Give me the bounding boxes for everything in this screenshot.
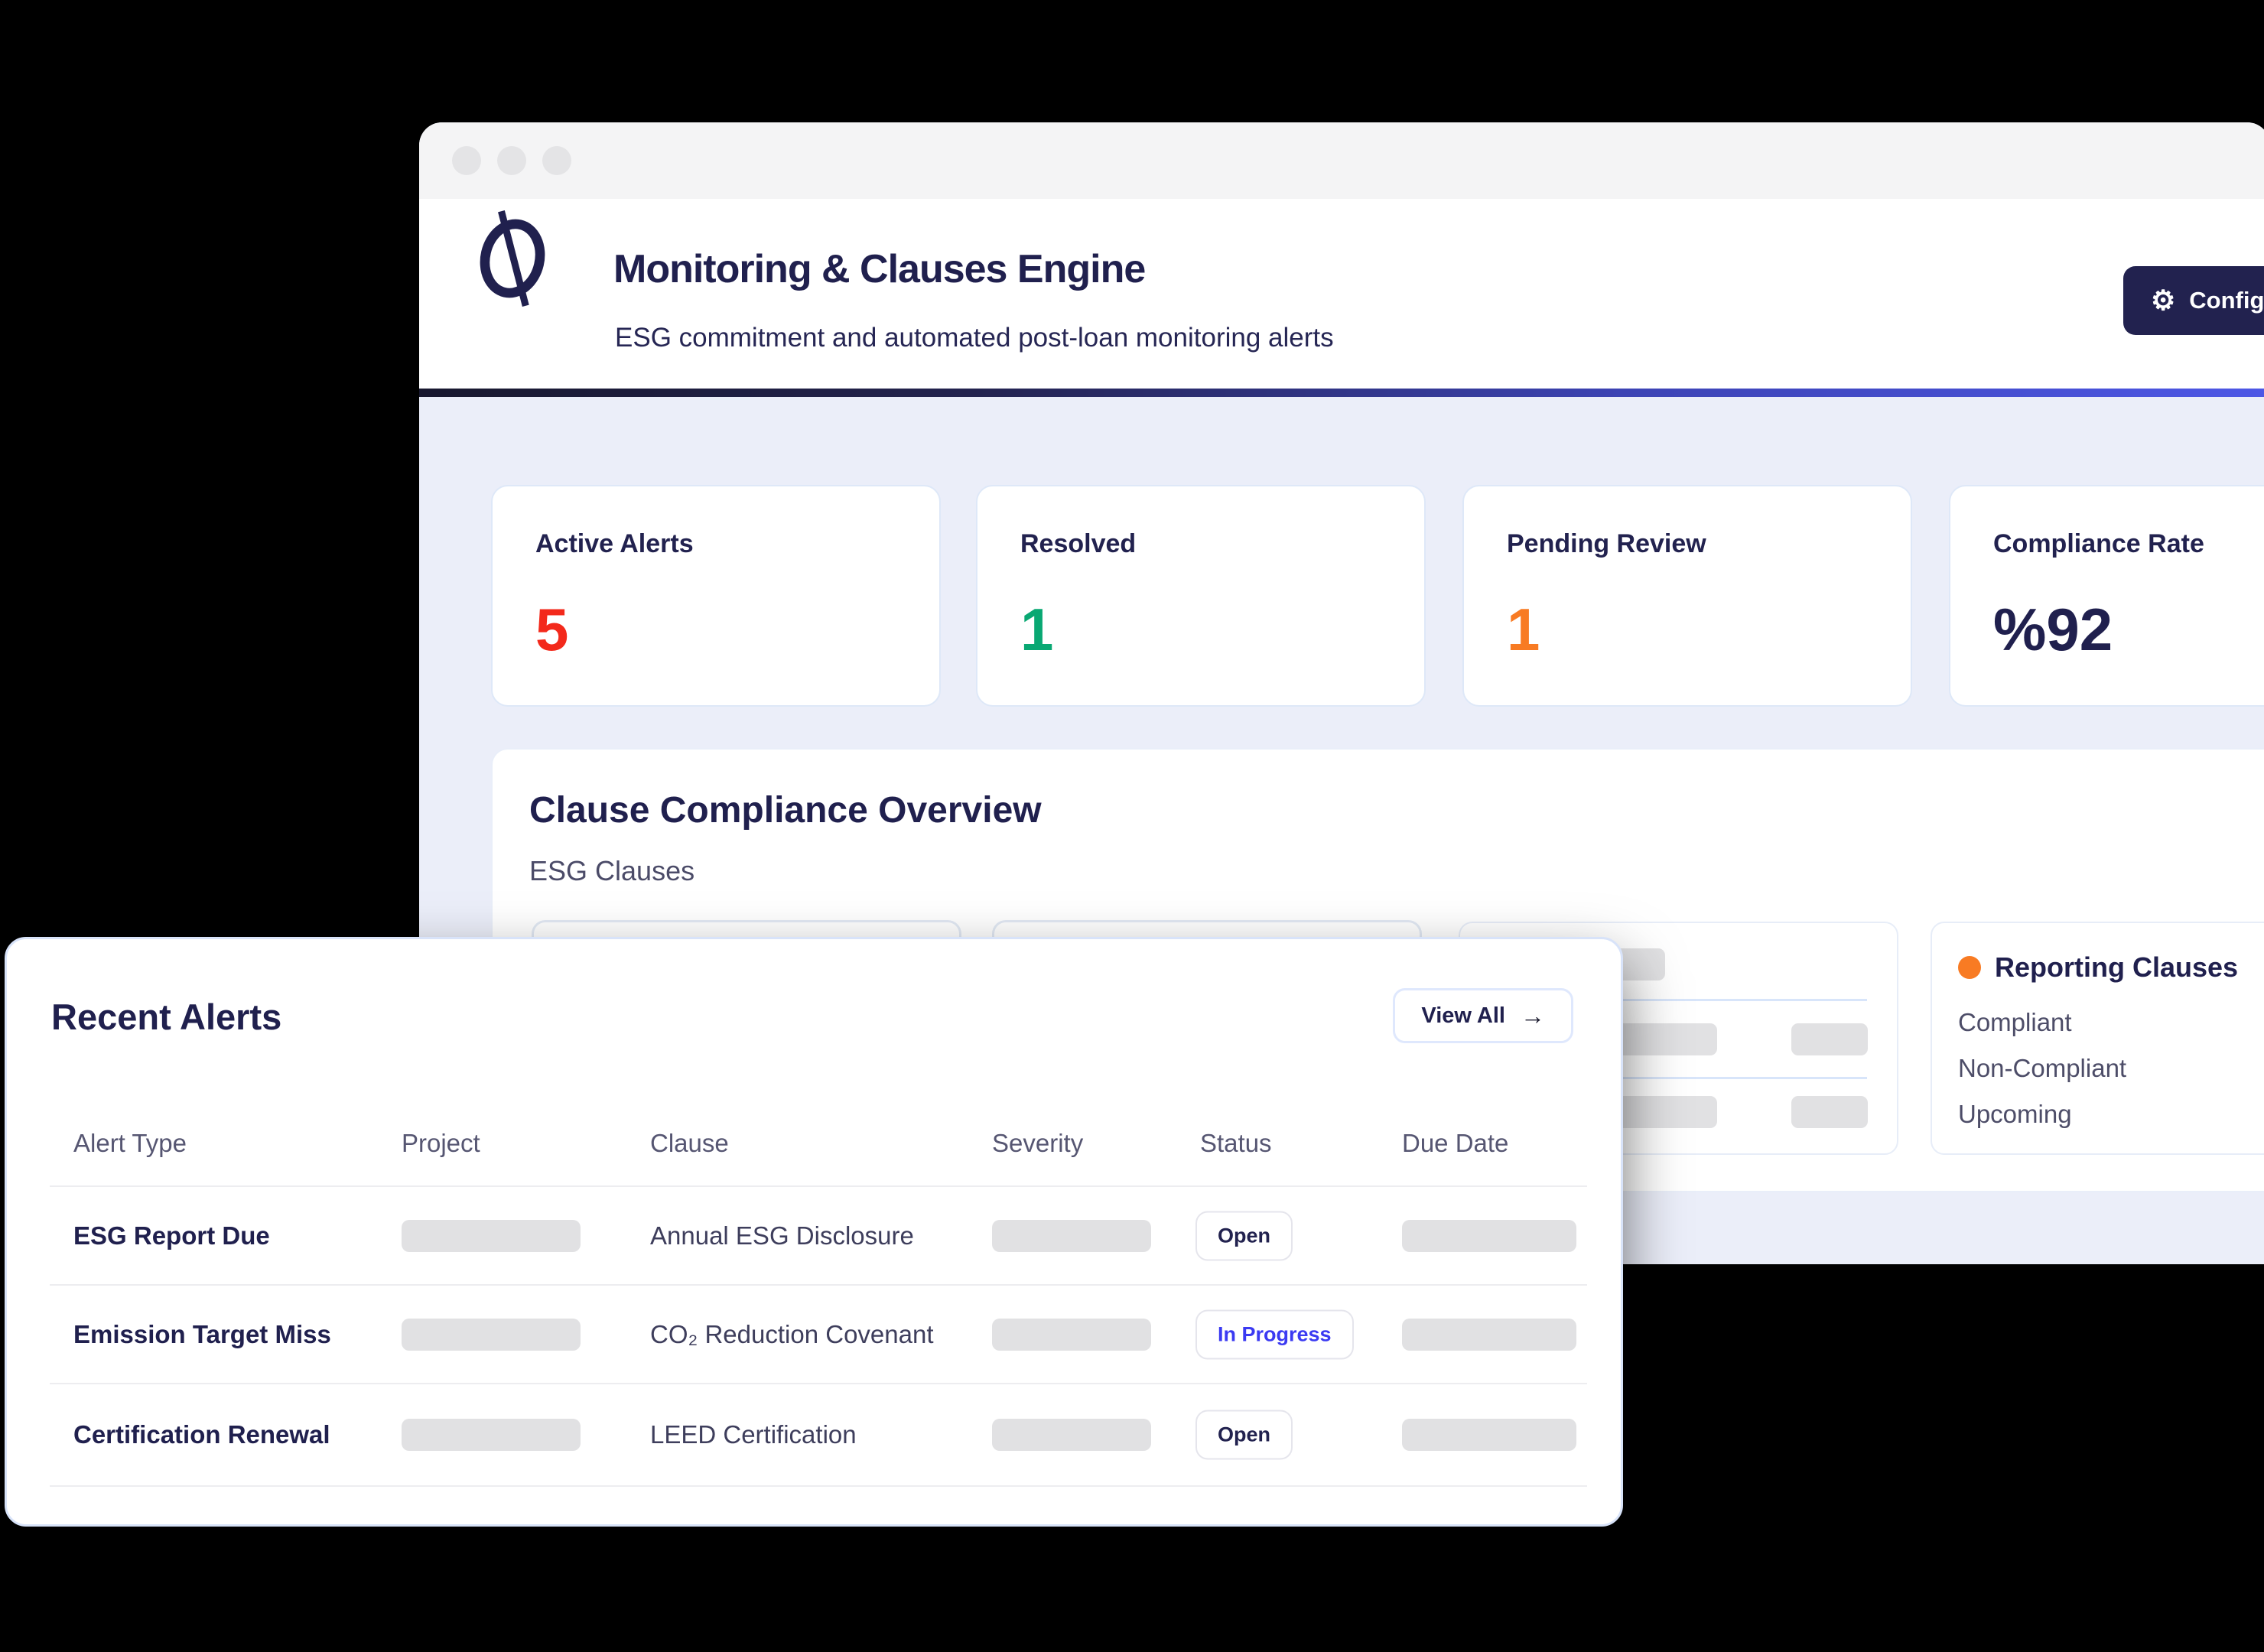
stat-card-pending-review: Pending Review 1 (1462, 485, 1912, 707)
stat-value: 1 (1020, 595, 1053, 665)
column-header-due-date: Due Date (1402, 1129, 1508, 1158)
due-date-skeleton (1402, 1319, 1576, 1351)
legend-item-non-compliant: Non-Compliant (1958, 1054, 2126, 1083)
column-header-alert-type: Alert Type (73, 1129, 187, 1158)
stat-label: Compliance Rate (1993, 529, 2204, 559)
stat-value: 5 (535, 595, 568, 665)
due-date-skeleton (1402, 1220, 1576, 1252)
stat-label: Active Alerts (535, 529, 694, 559)
section-title: Clause Compliance Overview (529, 789, 1042, 831)
alert-type-cell: Certification Renewal (73, 1420, 330, 1449)
app-header: Monitoring & Clauses Engine ESG commitme… (419, 199, 2264, 389)
stat-card-resolved: Resolved 1 (976, 485, 1426, 707)
column-header-status: Status (1200, 1129, 1272, 1158)
stat-card-compliance-rate: Compliance Rate %92 (1949, 485, 2264, 707)
legend-item-compliant: Compliant (1958, 1008, 2072, 1037)
severity-skeleton (992, 1419, 1151, 1451)
stat-value: 1 (1507, 595, 1540, 665)
orange-dot-icon (1958, 956, 1981, 979)
stat-card-active-alerts: Active Alerts 5 (491, 485, 941, 707)
status-badge[interactable]: Open (1195, 1211, 1293, 1260)
view-all-button[interactable]: View All → (1393, 988, 1573, 1043)
column-header-severity: Severity (992, 1129, 1083, 1158)
project-skeleton (402, 1419, 581, 1451)
due-date-skeleton (1402, 1419, 1576, 1451)
clause-cell: Annual ESG Disclosure (650, 1221, 914, 1250)
traffic-light-icon[interactable] (497, 146, 526, 175)
skeleton-pill (1791, 1096, 1868, 1128)
page-title: Monitoring & Clauses Engine (613, 246, 1145, 292)
status-badge[interactable]: In Progress (1195, 1309, 1354, 1359)
recent-alerts-panel: Recent Alerts View All → Alert Type Proj… (5, 937, 1623, 1527)
legend-title: Reporting Clauses (1995, 951, 2238, 984)
gear-icon: ⚙ (2151, 287, 2175, 314)
recent-alerts-title: Recent Alerts (51, 996, 281, 1038)
skeleton-pill (1791, 1023, 1868, 1055)
app-logo-icon (474, 210, 551, 307)
project-skeleton (402, 1220, 581, 1252)
table-row[interactable]: Emission Target Miss CO₂ Reduction Coven… (50, 1286, 1587, 1384)
view-all-label: View All (1421, 1003, 1505, 1029)
table-row[interactable]: ESG Report Due Annual ESG Disclosure Ope… (50, 1187, 1587, 1286)
page-subtitle: ESG commitment and automated post-loan m… (615, 323, 1334, 353)
status-badge[interactable]: Open (1195, 1410, 1293, 1460)
window-titlebar (419, 122, 2264, 199)
section-subtitle: ESG Clauses (529, 855, 694, 887)
column-header-project: Project (402, 1129, 480, 1158)
alert-type-cell: Emission Target Miss (73, 1320, 331, 1349)
header-accent-divider (419, 389, 2264, 397)
configure-button[interactable]: ⚙ Configure (2123, 266, 2264, 335)
arrow-right-icon: → (1521, 1002, 1545, 1030)
configure-button-label: Configure (2189, 287, 2264, 314)
alert-type-cell: ESG Report Due (73, 1221, 270, 1250)
severity-skeleton (992, 1220, 1151, 1252)
traffic-light-icon[interactable] (452, 146, 481, 175)
column-header-clause: Clause (650, 1129, 729, 1158)
table-row[interactable]: Certification Renewal LEED Certification… (50, 1384, 1587, 1487)
stat-label: Pending Review (1507, 529, 1706, 559)
severity-skeleton (992, 1319, 1151, 1351)
screen: Monitoring & Clauses Engine ESG commitme… (0, 0, 2264, 1652)
clause-cell: LEED Certification (650, 1420, 857, 1449)
stat-value: %92 (1993, 595, 2113, 665)
traffic-light-icon[interactable] (542, 146, 571, 175)
stat-label: Resolved (1020, 529, 1136, 559)
legend-item-upcoming: Upcoming (1958, 1100, 2072, 1129)
clause-cell: CO₂ Reduction Covenant (650, 1320, 934, 1349)
project-skeleton (402, 1319, 581, 1351)
